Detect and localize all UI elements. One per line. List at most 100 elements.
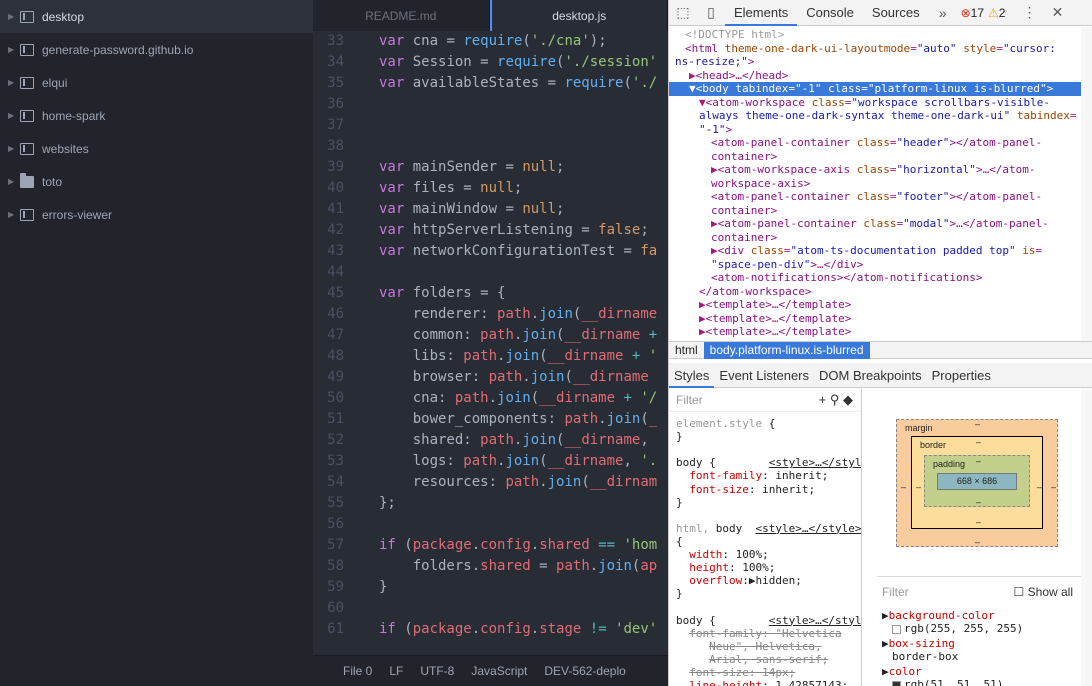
color-swatch[interactable] xyxy=(892,680,901,686)
chevron-right-icon[interactable]: ▶ xyxy=(8,144,20,153)
dom-node[interactable]: <html theme-one-dark-ui-layoutmode="auto… xyxy=(669,42,1081,56)
style-rule-line[interactable]: } xyxy=(676,587,861,600)
dom-node[interactable]: ▶<template>…</template> xyxy=(669,298,1081,312)
code-line[interactable]: 53 logs: path.join(__dirname, '. xyxy=(313,451,658,472)
dom-node[interactable]: container> xyxy=(669,150,1081,164)
box-value[interactable]: – xyxy=(975,537,980,547)
crumb-body[interactable]: body.platform-linux.is-blurred xyxy=(703,341,870,359)
code-line[interactable]: 61 if (package.config.stage != 'dev' xyxy=(313,619,658,640)
status-file[interactable]: File 0 xyxy=(343,664,372,678)
dom-node[interactable]: ▶<div class="atom-ts-documentation padde… xyxy=(669,244,1081,258)
code-line[interactable]: 56 xyxy=(313,514,658,535)
code-line[interactable]: 41 var mainWindow = null; xyxy=(313,199,658,220)
style-rule-line[interactable]: height: 100%; xyxy=(676,561,861,574)
status-branch[interactable]: DEV-562-deplo xyxy=(544,664,625,678)
kebab-menu-icon[interactable]: ⋮ xyxy=(1015,0,1043,26)
dom-node[interactable]: ▶<head>…</head> xyxy=(669,69,1081,83)
crumb-html[interactable]: html xyxy=(669,343,704,357)
code-line[interactable]: 50 cna: path.join(__dirname + '/ xyxy=(313,388,658,409)
computed-filter-input[interactable]: Filter ☐ Show all xyxy=(877,576,1081,606)
dom-node[interactable]: container> xyxy=(669,204,1081,218)
code-line[interactable]: 42 var httpServerListening = false; xyxy=(313,220,658,241)
styles-filter-input[interactable]: Filter + ⚲ ◆ xyxy=(669,389,861,412)
box-value[interactable]: – xyxy=(975,419,980,429)
dom-node[interactable]: <atom-panel-container class="footer"></a… xyxy=(669,190,1081,204)
styles-scrollbar[interactable] xyxy=(1081,389,1092,686)
code-line[interactable]: 51 bower_components: path.join(_ xyxy=(313,409,658,430)
style-rule-line[interactable]: element.style { xyxy=(676,417,861,430)
code-line[interactable]: 49 browser: path.join(__dirname xyxy=(313,367,658,388)
dom-node[interactable]: ▶<atom-panel-container class="modal">…</… xyxy=(669,217,1081,231)
dom-node[interactable]: workspace-axis> xyxy=(669,177,1081,191)
color-swatch[interactable] xyxy=(892,624,901,634)
style-rule-line[interactable]: html, body <style>…</style> xyxy=(676,522,861,535)
status-encoding[interactable]: UTF-8 xyxy=(420,664,454,678)
tab-elements[interactable]: Elements xyxy=(725,0,798,26)
code-line[interactable]: 59} xyxy=(313,577,658,598)
computed-prop[interactable]: ▶box-sizing xyxy=(882,637,955,651)
dom-node[interactable]: ▶<atom-workspace-axis class="horizontal"… xyxy=(669,163,1081,177)
code-line[interactable]: 47 common: path.join(__dirname + xyxy=(313,325,658,346)
dom-node[interactable]: ▼<atom-workspace class="workspace scroll… xyxy=(669,96,1081,110)
tree-item-elqui[interactable]: ▶ elqui xyxy=(0,66,313,99)
code-line[interactable]: 35 var availableStates = require('./ xyxy=(313,73,658,94)
style-rule-line[interactable]: } xyxy=(676,496,861,509)
code-line[interactable]: 52 shared: path.join(__dirname, xyxy=(313,430,658,451)
tab-dom-breakpoints[interactable]: DOM Breakpoints xyxy=(814,363,927,388)
computed-prop[interactable]: ▶background-color xyxy=(882,609,995,623)
style-rule-line[interactable]: font-family: "Helvetica xyxy=(676,627,861,640)
style-rule-line[interactable]: Neue", Helvetica, xyxy=(676,640,861,653)
tab-sources[interactable]: Sources xyxy=(863,0,929,26)
box-value[interactable]: – xyxy=(916,482,921,492)
style-rule-line[interactable]: font-size: inherit; xyxy=(676,483,861,496)
box-content[interactable]: 668 × 686 xyxy=(937,473,1017,490)
style-rule-line[interactable]: overflow:▶hidden; xyxy=(676,574,861,587)
tree-item-errors-viewer[interactable]: ▶ errors-viewer xyxy=(0,198,313,231)
tree-item-home-spark[interactable]: ▶ home-spark xyxy=(0,99,313,132)
style-rule-line[interactable]: { xyxy=(676,535,861,548)
code-line[interactable]: 38 xyxy=(313,136,658,157)
tab-properties[interactable]: Properties xyxy=(927,363,996,388)
tab-console[interactable]: Console xyxy=(797,0,863,26)
box-value[interactable]: – xyxy=(901,482,906,492)
dom-node[interactable]: <atom-panel-container class="header"></a… xyxy=(669,136,1081,150)
code-line[interactable]: 39 var mainSender = null; xyxy=(313,157,658,178)
toolbar-icons[interactable]: + ⚲ ◆ xyxy=(819,392,853,408)
code-line[interactable]: 54 resources: path.join(__dirnam xyxy=(313,472,658,493)
show-all-toggle[interactable]: ☐ Show all xyxy=(1014,585,1073,599)
code-line[interactable]: 33 var cna = require('./cna'); xyxy=(313,31,658,52)
dom-scrollbar[interactable] xyxy=(1081,27,1092,341)
code-line[interactable]: 43 var networkConfigurationTest = fa xyxy=(313,241,658,262)
chevron-right-icon[interactable]: ▶ xyxy=(8,78,20,87)
tab-event-listeners[interactable]: Event Listeners xyxy=(714,363,814,388)
chevron-right-icon[interactable]: ▶ xyxy=(8,210,20,219)
box-value[interactable]: – xyxy=(976,497,981,507)
style-rule-line[interactable]: line-height: 1.42857143; xyxy=(676,679,861,686)
dom-node[interactable]: container> xyxy=(669,231,1081,245)
tab-readme[interactable]: README.md xyxy=(313,0,490,31)
box-value[interactable]: – xyxy=(1051,482,1056,492)
dom-node[interactable]: always theme-one-dark-syntax theme-one-d… xyxy=(669,109,1081,123)
inspect-icon[interactable]: ⬚ xyxy=(669,0,697,26)
status-grammar[interactable]: JavaScript xyxy=(471,664,527,678)
computed-prop[interactable]: ▶color xyxy=(882,665,922,679)
code-line[interactable]: 48 libs: path.join(__dirname + ' xyxy=(313,346,658,367)
code-line[interactable]: 40 var files = null; xyxy=(313,178,658,199)
chevron-right-icon[interactable]: ▶ xyxy=(8,177,20,186)
style-rule-line[interactable]: body { <style>…</style> xyxy=(676,456,861,469)
device-icon[interactable]: ▯ xyxy=(697,0,725,26)
code-line[interactable]: 45 var folders = { xyxy=(313,283,658,304)
style-rule-line[interactable]: width: 100%; xyxy=(676,548,861,561)
more-tabs-icon[interactable]: » xyxy=(929,0,957,26)
dom-node[interactable]: <!DOCTYPE html> xyxy=(669,28,1081,42)
dom-node[interactable]: ▼<body tabindex="-1" class="platform-lin… xyxy=(669,82,1081,96)
code-line[interactable]: 44 xyxy=(313,262,658,283)
box-value[interactable]: – xyxy=(976,437,981,447)
dom-node[interactable]: </atom-workspace> xyxy=(669,285,1081,299)
box-value[interactable]: – xyxy=(976,456,981,466)
issue-counter[interactable]: ⊗ 17 ⚠ 2 xyxy=(961,6,1006,20)
box-value[interactable]: – xyxy=(1037,482,1042,492)
style-rule-line[interactable]: body { <style>…</style> xyxy=(676,614,861,627)
dom-node[interactable]: <atom-notifications></atom-notifications… xyxy=(669,271,1081,285)
tree-item-desktop[interactable]: ▶ desktop xyxy=(0,0,313,33)
